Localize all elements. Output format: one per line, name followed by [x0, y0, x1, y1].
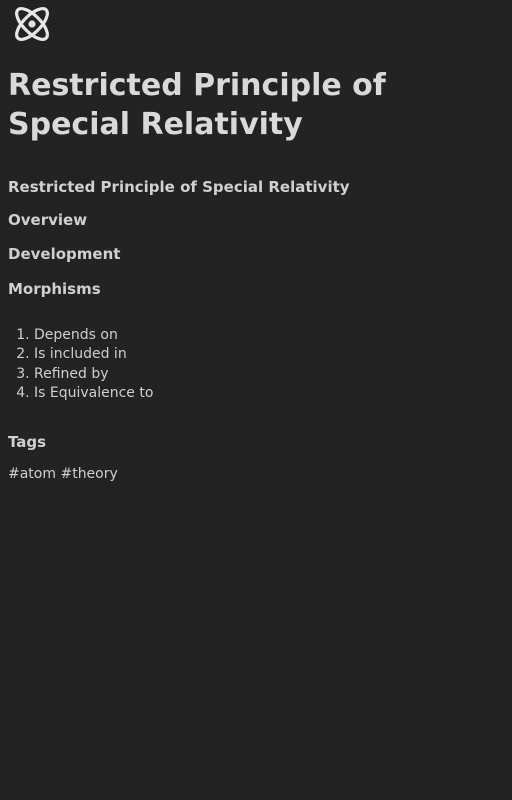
- tags-heading: Tags: [8, 433, 47, 451]
- morphism-item-is-included-in[interactable]: Is included in: [34, 345, 153, 364]
- tag-theory[interactable]: #theory: [60, 466, 117, 482]
- page: Restricted Principle of Special Relativi…: [0, 0, 512, 800]
- section-morphisms[interactable]: Morphisms: [8, 279, 101, 299]
- page-title: Restricted Principle of Special Relativi…: [8, 68, 386, 142]
- morphism-item-is-equivalence-to[interactable]: Is Equivalence to: [34, 384, 153, 403]
- tag-atom[interactable]: #atom: [8, 466, 56, 482]
- section-overview[interactable]: Overview: [8, 210, 87, 230]
- page-subtitle: Restricted Principle of Special Relativi…: [8, 178, 350, 196]
- morphism-item-depends-on[interactable]: Depends on: [34, 326, 153, 345]
- section-development[interactable]: Development: [8, 244, 120, 264]
- morphism-item-refined-by[interactable]: Refined by: [34, 365, 153, 384]
- atom-icon[interactable]: [10, 2, 54, 46]
- morphisms-list: Depends on Is included in Refined by Is …: [0, 326, 153, 404]
- tags-list: #atom #theory: [8, 464, 118, 484]
